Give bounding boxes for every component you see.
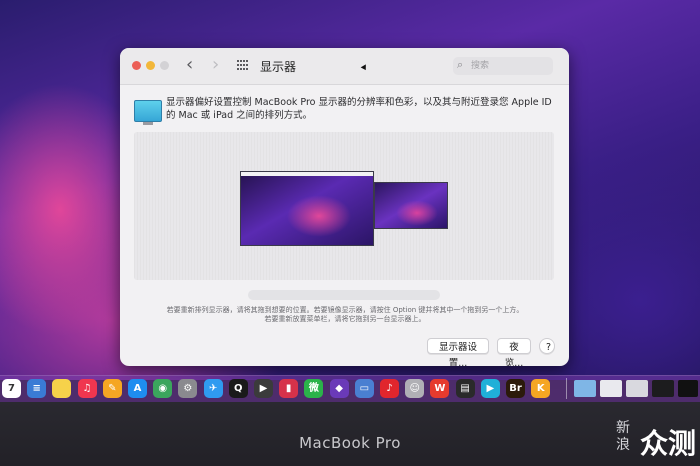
watermark-right: 众测 <box>640 427 697 460</box>
qq-icon[interactable]: Q <box>228 379 248 398</box>
affinity-icon[interactable]: ◆ <box>329 379 349 398</box>
display-thumbnail-external[interactable] <box>374 182 448 229</box>
display-settings-button[interactable]: 显示器设置... <box>427 338 489 366</box>
back-arrow-icon[interactable]: ‹ <box>186 56 193 74</box>
night-shift-button[interactable]: 夜览... <box>497 338 531 366</box>
forward-arrow-icon[interactable]: › <box>212 56 219 74</box>
toolbox-icon[interactable]: ▮ <box>279 379 299 398</box>
display-preferences-window: ‹ › 显示器 ⌕ 显示器偏好设置控制 MacBook Pro 显示器的分辨率和… <box>120 48 569 366</box>
search-input[interactable] <box>471 58 549 74</box>
dock-window-thumbnail-1[interactable] <box>600 380 622 397</box>
nearby-device-shelf <box>248 290 440 300</box>
dock-window-thumbnail-2[interactable] <box>626 380 648 397</box>
search-icon: ⌕ <box>457 58 464 71</box>
display-arrangement-area <box>134 132 554 280</box>
title-bar: ‹ › 显示器 ⌕ <box>120 48 569 85</box>
window-title: 显示器 <box>260 60 297 74</box>
notes-icon[interactable] <box>52 379 72 398</box>
display-pane-icon <box>134 100 162 125</box>
wechat-icon[interactable]: 微 <box>304 379 324 398</box>
hint-line-2: 若要重新放置菜单栏，请将它拖到另一台显示器上。 <box>264 315 426 323</box>
infuse-icon[interactable]: ▶ <box>480 379 500 398</box>
watermark-left: 新浪 <box>616 420 630 453</box>
app-store-icon[interactable]: A <box>128 379 147 398</box>
pane-description: 显示器偏好设置控制 MacBook Pro 显示器的分辨率和色彩，以及其与附近登… <box>166 97 552 121</box>
mouse-pointer-icon <box>360 64 369 72</box>
arrangement-hint: 若要重新排列显示器，请将其拖到想要的位置。若要镜像显示器，请按住 Option … <box>160 306 530 324</box>
calendar-icon[interactable]: 7 <box>2 379 21 398</box>
wps-icon[interactable]: W <box>430 379 450 398</box>
reminders-icon[interactable]: ≡ <box>27 379 47 398</box>
dock-separator <box>566 378 567 399</box>
menu-bar-indicator[interactable] <box>241 172 373 176</box>
zoom-button[interactable] <box>160 61 169 70</box>
search-field[interactable]: ⌕ <box>453 57 553 75</box>
display-icon[interactable]: ▭ <box>354 379 374 398</box>
bridge-icon[interactable]: Br <box>506 379 525 398</box>
dock-window-thumbnail-3[interactable] <box>652 380 674 397</box>
display-thumbnail-macbook[interactable] <box>240 171 374 246</box>
keep-icon[interactable]: K <box>531 379 551 398</box>
pages-icon[interactable]: ✎ <box>102 379 122 398</box>
close-button[interactable] <box>132 61 141 70</box>
dock-folder-icon[interactable] <box>574 380 596 397</box>
film-icon[interactable]: ▤ <box>455 379 475 398</box>
music-icon[interactable]: ♫ <box>77 379 97 398</box>
hint-line-1: 若要重新排列显示器，请将其拖到想要的位置。若要镜像显示器，请按住 Option … <box>166 306 524 314</box>
testflight-icon[interactable]: ✈ <box>203 379 223 398</box>
netease-icon[interactable]: ♪ <box>380 379 399 398</box>
help-button[interactable]: ? <box>539 338 555 354</box>
system-preferences-icon[interactable]: ⚙ <box>178 379 198 398</box>
robot-icon[interactable]: ☺ <box>405 379 425 398</box>
device-brand-label: MacBook Pro <box>299 434 401 452</box>
final-cut-icon[interactable]: ▶ <box>254 379 273 398</box>
minimize-button[interactable] <box>146 61 155 70</box>
chrome-icon[interactable]: ◉ <box>153 379 173 398</box>
dock-trash-icon[interactable] <box>678 380 698 397</box>
show-all-grid-icon[interactable] <box>237 60 249 70</box>
